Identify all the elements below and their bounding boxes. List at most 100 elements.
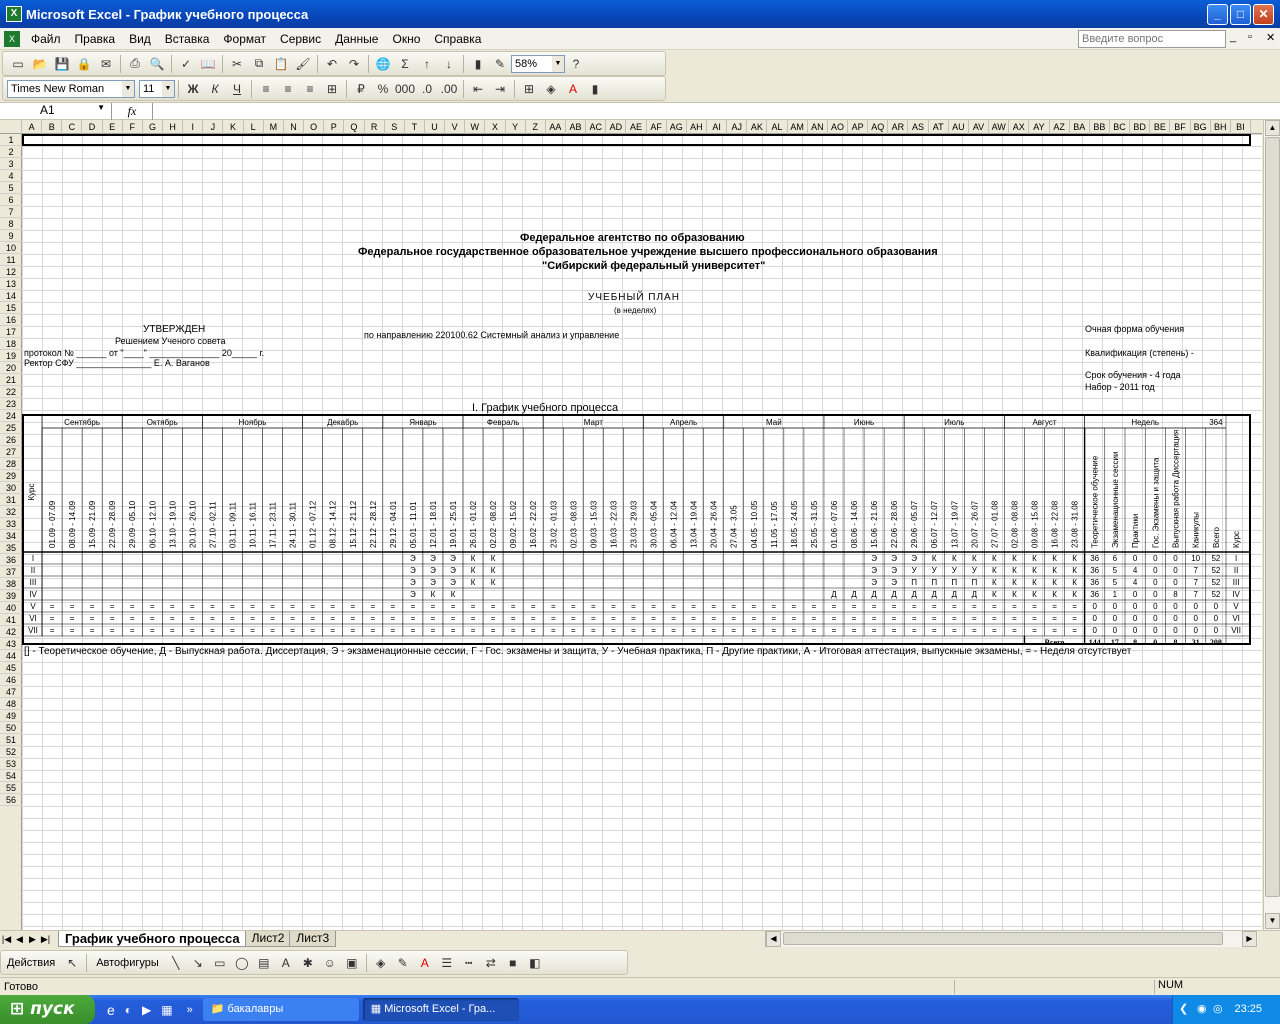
- decrease-decimal-icon[interactable]: .00: [438, 78, 460, 99]
- row-header[interactable]: 52: [0, 746, 22, 758]
- column-header[interactable]: Z: [526, 120, 546, 134]
- row-header[interactable]: 25: [0, 422, 22, 434]
- column-header[interactable]: BE: [1150, 120, 1171, 134]
- row-header[interactable]: 36: [0, 554, 22, 566]
- horizontal-scrollbar[interactable]: ◀ ▶: [765, 931, 1258, 947]
- row-header[interactable]: 54: [0, 770, 22, 782]
- row-header[interactable]: 2: [0, 146, 22, 158]
- row-header[interactable]: 43: [0, 638, 22, 650]
- column-header[interactable]: G: [143, 120, 164, 134]
- menu-window[interactable]: Окно: [385, 32, 427, 46]
- worksheet[interactable]: A B C D E F G H I J K L M N O P Q R S T U V W X Y Z AA AB AC AD AE AF AG…: [0, 120, 1262, 930]
- email-icon[interactable]: ✉: [95, 53, 117, 74]
- column-header[interactable]: Y: [506, 120, 526, 134]
- sheet-tab-3[interactable]: Лист3: [289, 931, 337, 947]
- column-header[interactable]: AW: [989, 120, 1010, 134]
- column-header[interactable]: AT: [929, 120, 949, 134]
- column-header[interactable]: BG: [1191, 120, 1211, 134]
- column-header[interactable]: AK: [747, 120, 768, 134]
- row-header[interactable]: 9: [0, 230, 22, 242]
- column-header[interactable]: AU: [949, 120, 969, 134]
- sheet-tab-2[interactable]: Лист2: [244, 931, 292, 947]
- column-header[interactable]: AC: [586, 120, 607, 134]
- ie-icon[interactable]: e: [107, 1002, 115, 1018]
- actions-menu[interactable]: Действия: [7, 957, 55, 969]
- row-header[interactable]: 10: [0, 242, 22, 254]
- row-header[interactable]: 40: [0, 602, 22, 614]
- column-header[interactable]: B: [42, 120, 63, 134]
- tray-arrow-icon[interactable]: ❮: [1179, 995, 1188, 1024]
- menu-file[interactable]: Файл: [24, 32, 68, 46]
- 3d-icon[interactable]: ◧: [524, 952, 546, 973]
- font-name-select[interactable]: Times New Roman ▼: [7, 79, 135, 98]
- row-header[interactable]: 16: [0, 314, 22, 326]
- antivirus-icon[interactable]: ◎: [1213, 995, 1223, 1024]
- column-header[interactable]: V: [445, 120, 466, 134]
- autoshapes-menu[interactable]: Автофигуры: [96, 957, 159, 969]
- scroll-left-icon[interactable]: ◀: [766, 931, 781, 947]
- redo-icon[interactable]: ↷: [343, 53, 365, 74]
- row-header[interactable]: 47: [0, 686, 22, 698]
- row-header[interactable]: 55: [0, 782, 22, 794]
- sort-asc-icon[interactable]: ↑: [416, 53, 438, 74]
- italic-icon[interactable]: К: [204, 78, 226, 99]
- undo-icon[interactable]: ↶: [321, 53, 343, 74]
- decrease-indent-icon[interactable]: ⇤: [467, 78, 489, 99]
- column-header[interactable]: T: [405, 120, 425, 134]
- menu-insert[interactable]: Вставка: [158, 32, 217, 46]
- borders-icon[interactable]: ⊞: [518, 78, 540, 99]
- row-header[interactable]: 26: [0, 434, 22, 446]
- zoom-select[interactable]: 58% ▼: [511, 54, 565, 73]
- column-header[interactable]: BC: [1110, 120, 1131, 134]
- column-header[interactable]: P: [324, 120, 345, 134]
- row-header[interactable]: 48: [0, 698, 22, 710]
- column-header[interactable]: S: [385, 120, 405, 134]
- row-header[interactable]: 15: [0, 302, 22, 314]
- row-header[interactable]: 28: [0, 458, 22, 470]
- doc-restore-icon[interactable]: ▫: [1248, 31, 1252, 43]
- last-sheet-icon[interactable]: ▶|: [39, 934, 52, 945]
- column-header[interactable]: E: [103, 120, 123, 134]
- scroll-down-icon[interactable]: ▼: [1265, 913, 1280, 929]
- column-header[interactable]: F: [123, 120, 143, 134]
- row-header[interactable]: 34: [0, 530, 22, 542]
- column-header[interactable]: AL: [767, 120, 788, 134]
- row-header[interactable]: 6: [0, 194, 22, 206]
- close-button[interactable]: ✕: [1253, 3, 1274, 25]
- font-color-icon[interactable]: A: [562, 78, 584, 99]
- next-sheet-icon[interactable]: ▶: [26, 934, 39, 945]
- prev-sheet-icon[interactable]: ◀: [13, 934, 26, 945]
- row-header[interactable]: 35: [0, 542, 22, 554]
- row-header[interactable]: 50: [0, 722, 22, 734]
- maximize-button[interactable]: □: [1230, 3, 1251, 25]
- row-header[interactable]: 39: [0, 590, 22, 602]
- column-header[interactable]: J: [203, 120, 224, 134]
- sheet-tab-schedule[interactable]: График учебного процесса: [58, 931, 247, 947]
- column-header[interactable]: AO: [828, 120, 849, 134]
- row-header[interactable]: 45: [0, 662, 22, 674]
- document-icon[interactable]: X: [4, 30, 20, 47]
- menu-format[interactable]: Формат: [216, 32, 273, 46]
- taskbar-excel[interactable]: ▦ Microsoft Excel - Гра...: [362, 998, 519, 1021]
- row-header[interactable]: 29: [0, 470, 22, 482]
- more-quicklaunch-icon[interactable]: »: [187, 1004, 193, 1016]
- column-header[interactable]: AJ: [727, 120, 748, 134]
- row-header[interactable]: 44: [0, 650, 22, 662]
- column-header[interactable]: BA: [1070, 120, 1090, 134]
- column-header[interactable]: BI: [1231, 120, 1251, 134]
- column-header[interactable]: D: [82, 120, 103, 134]
- help-icon[interactable]: ?: [565, 53, 587, 74]
- currency-icon[interactable]: ₽: [350, 78, 372, 99]
- row-header[interactable]: 19: [0, 350, 22, 362]
- column-header[interactable]: A: [22, 120, 43, 134]
- row-header[interactable]: 46: [0, 674, 22, 686]
- align-center-icon[interactable]: ≡: [277, 78, 299, 99]
- row-header[interactable]: 20: [0, 362, 22, 374]
- name-box[interactable]: A1 ▼: [0, 102, 112, 120]
- picture-icon[interactable]: ▣: [341, 952, 363, 973]
- scroll-thumb[interactable]: [1265, 137, 1280, 897]
- underline-icon[interactable]: Ч: [226, 78, 248, 99]
- column-header[interactable]: K: [223, 120, 244, 134]
- column-header[interactable]: AB: [566, 120, 587, 134]
- column-header[interactable]: C: [62, 120, 83, 134]
